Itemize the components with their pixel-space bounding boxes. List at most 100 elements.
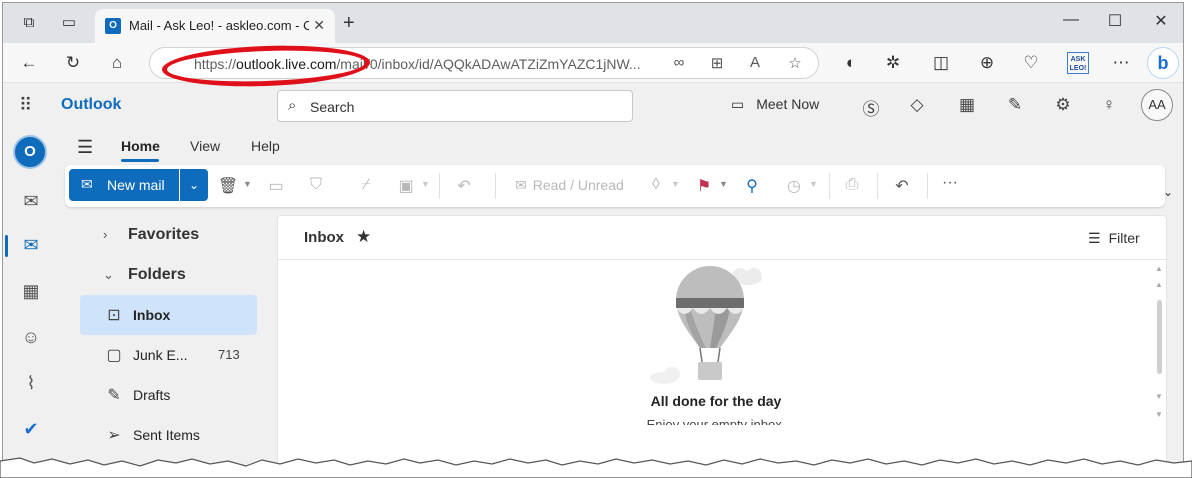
delete-trash-icon[interactable]: 🗑 bbox=[217, 176, 239, 196]
outlook-app-icon[interactable]: O bbox=[13, 135, 47, 169]
move-to-folder-icon[interactable]: ▣ bbox=[395, 176, 417, 196]
favorites-header[interactable]: › Favorites bbox=[79, 215, 257, 255]
tab-help[interactable]: Help bbox=[251, 138, 280, 154]
my-day-icon[interactable]: ✎ bbox=[1003, 95, 1027, 115]
url-path: /mail/0/inbox/id/AQQkADAwATZiZmYAZC1jNW.… bbox=[336, 56, 641, 72]
scroll-down-icon[interactable]: ▼ bbox=[1155, 392, 1163, 401]
calendar-icon[interactable]: ▦ bbox=[17, 277, 45, 305]
tips-lightbulb-icon[interactable]: ♀ bbox=[1097, 95, 1121, 115]
account-avatar[interactable]: AA bbox=[1141, 89, 1173, 121]
todo-check-icon[interactable]: ✔ bbox=[17, 415, 45, 443]
folder-count: 713 bbox=[218, 347, 240, 362]
back-icon[interactable]: ← bbox=[17, 52, 41, 74]
scroll-down-icon[interactable]: ▼ bbox=[1155, 410, 1163, 419]
new-mail-rail-icon[interactable]: ✉ bbox=[17, 187, 45, 215]
search-icon: ⌕ bbox=[288, 97, 297, 114]
tag-icon[interactable]: ◊ bbox=[645, 176, 667, 194]
new-tab-icon[interactable]: + bbox=[343, 13, 355, 33]
more-menu-icon[interactable]: ⋯ bbox=[1109, 52, 1133, 74]
maximize-icon[interactable]: ☐ bbox=[1095, 11, 1135, 31]
inbox-icon: ⊡ bbox=[107, 307, 121, 324]
archive-icon[interactable]: ▭ bbox=[265, 176, 287, 196]
filter-icon: ☰ bbox=[1088, 230, 1101, 246]
folders-label: Folders bbox=[128, 266, 186, 283]
workspaces-icon[interactable]: ⧉ bbox=[19, 13, 39, 33]
scroll-up-icon[interactable]: ▲ bbox=[1155, 264, 1163, 273]
drafts-icon: ✎ bbox=[107, 387, 121, 404]
meet-now-button[interactable]: ▭ Meet Now bbox=[731, 96, 819, 113]
office-apps-icon[interactable]: ▦ bbox=[955, 95, 979, 115]
browser-essentials-icon[interactable]: ♡ bbox=[1019, 52, 1043, 74]
people-icon[interactable]: ☺ bbox=[17, 323, 45, 351]
link-icon[interactable]: ∞ bbox=[668, 54, 690, 71]
delete-dropdown-icon[interactable]: ▼ bbox=[243, 179, 252, 189]
junk-folder-icon: ▢ bbox=[106, 347, 122, 364]
collections-icon[interactable]: ⊕ bbox=[975, 52, 999, 74]
app-launcher-icon[interactable]: ⠿ bbox=[19, 95, 32, 116]
message-list-pane: Inbox ★ ☰ Filter ▲ ▲ ▼ ▼ All done for th… bbox=[277, 215, 1167, 478]
close-window-icon[interactable]: ✕ bbox=[1141, 11, 1181, 31]
tracking-prevention-icon[interactable]: ◐ bbox=[839, 52, 863, 74]
read-unread-button[interactable]: ✉ Read / Unread bbox=[515, 177, 624, 194]
ribbon-separator bbox=[439, 173, 440, 199]
read-aloud-icon[interactable]: A bbox=[744, 54, 766, 71]
open-envelope-icon: ✉ bbox=[515, 177, 527, 193]
print-icon[interactable]: ⎙ bbox=[841, 176, 863, 194]
video-camera-icon: ▭ bbox=[731, 96, 745, 112]
snooze-clock-icon[interactable]: ◷ bbox=[783, 176, 805, 196]
new-mail-button[interactable]: ✉ New mail bbox=[69, 169, 179, 201]
report-shield-icon[interactable]: ⛉ bbox=[305, 176, 327, 194]
split-screen-icon[interactable]: ◫ bbox=[929, 52, 953, 74]
tab-home[interactable]: Home bbox=[121, 138, 160, 154]
screenshot-frame: ⧉ ▭ O Mail - Ask Leo! - askleo.com - Out… bbox=[0, 0, 1192, 478]
undo-icon[interactable]: ↶ bbox=[891, 176, 913, 196]
torn-edge-decoration bbox=[0, 457, 1192, 478]
minimize-icon[interactable]: — bbox=[1051, 11, 1091, 29]
active-tab-underline bbox=[121, 159, 159, 162]
folder-drafts[interactable]: ✎ Drafts bbox=[80, 375, 257, 415]
filter-button[interactable]: ☰ Filter bbox=[1088, 230, 1140, 247]
home-icon[interactable]: ⌂ bbox=[105, 52, 129, 74]
folder-name: Junk E... bbox=[133, 347, 188, 363]
ribbon-collapse-chevron-icon[interactable]: ⌄ bbox=[1163, 185, 1173, 199]
new-mail-label: New mail bbox=[107, 177, 165, 193]
pin-icon[interactable]: ⚲ bbox=[741, 176, 763, 196]
sweep-broom-icon[interactable]: ⌿ bbox=[355, 176, 377, 194]
mail-icon[interactable]: ✉ bbox=[17, 231, 45, 259]
browser-tab[interactable]: O Mail - Ask Leo! - askleo.com - Outlook… bbox=[95, 9, 335, 43]
hamburger-menu-icon[interactable]: ☰ bbox=[77, 137, 93, 158]
search-box[interactable]: ⌕ Search bbox=[277, 90, 633, 122]
attachment-icon[interactable]: ⌇ bbox=[17, 369, 45, 397]
outlook-brand[interactable]: Outlook bbox=[61, 96, 121, 114]
extensions-icon[interactable]: ✲ bbox=[881, 52, 905, 74]
folder-junk[interactable]: ▢ Junk E... 713 bbox=[80, 335, 257, 375]
askleo-extension-icon[interactable]: ASK LEO! bbox=[1067, 52, 1089, 74]
skype-icon[interactable]: Ⓢ bbox=[859, 95, 883, 120]
flag-dropdown-icon[interactable]: ▼ bbox=[719, 179, 728, 189]
favorite-star-icon[interactable]: ★ bbox=[356, 227, 371, 247]
vertical-tabs-icon[interactable]: ▭ bbox=[59, 13, 79, 33]
favorite-star-icon[interactable]: ☆ bbox=[784, 54, 806, 72]
folder-inbox[interactable]: ⊡ Inbox bbox=[80, 295, 257, 335]
reply-icon[interactable]: ↶ bbox=[453, 176, 475, 196]
filter-label: Filter bbox=[1108, 230, 1140, 246]
snooze-dropdown-icon[interactable]: ▼ bbox=[809, 179, 818, 189]
tag-dropdown-icon[interactable]: ▼ bbox=[671, 179, 680, 189]
read-unread-label: Read / Unread bbox=[532, 177, 624, 193]
scroll-up-icon[interactable]: ▲ bbox=[1155, 280, 1163, 289]
folders-header[interactable]: ⌄ Folders bbox=[79, 255, 257, 295]
ribbon-separator bbox=[495, 173, 496, 199]
new-mail-dropdown-icon[interactable]: ⌄ bbox=[180, 169, 208, 201]
scroll-thumb[interactable] bbox=[1157, 300, 1162, 374]
premium-diamond-icon[interactable]: ◇ bbox=[905, 95, 929, 115]
close-tab-icon[interactable]: ✕ bbox=[313, 17, 325, 34]
refresh-icon[interactable]: ↻ bbox=[61, 52, 85, 74]
list-title: Inbox bbox=[304, 229, 344, 246]
flag-icon[interactable]: ⚑ bbox=[693, 176, 715, 196]
move-dropdown-icon[interactable]: ▼ bbox=[421, 179, 430, 189]
bing-copilot-icon[interactable]: b bbox=[1147, 47, 1179, 79]
tab-view[interactable]: View bbox=[190, 138, 220, 154]
app-available-icon[interactable]: ⊞ bbox=[706, 54, 728, 72]
more-options-icon[interactable]: ··· bbox=[939, 174, 961, 192]
settings-gear-icon[interactable]: ⚙ bbox=[1051, 95, 1075, 115]
